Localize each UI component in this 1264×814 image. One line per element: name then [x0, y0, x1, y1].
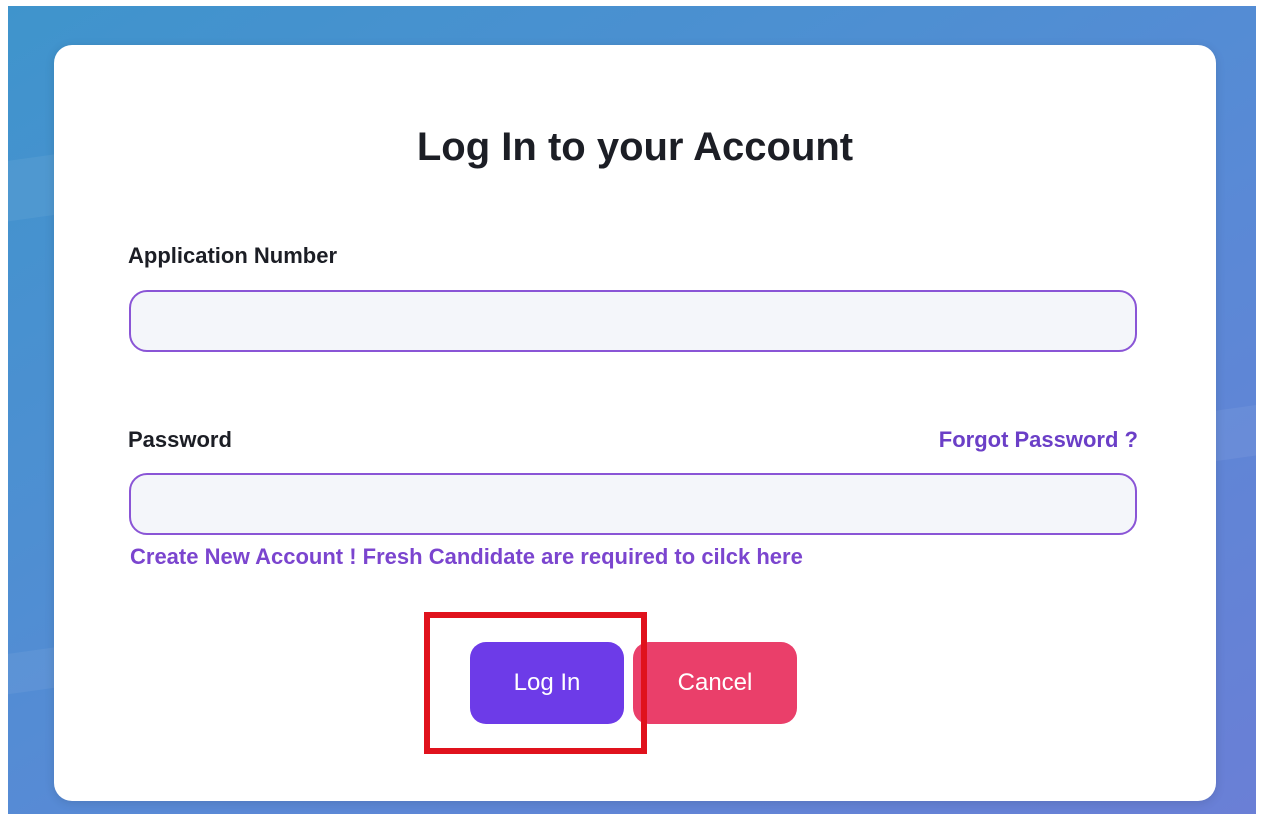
cancel-button[interactable]: Cancel [633, 642, 797, 724]
application-number-input[interactable] [129, 290, 1137, 352]
forgot-password-link[interactable]: Forgot Password ? [939, 427, 1138, 453]
login-card: Log In to your Account Application Numbe… [54, 45, 1216, 801]
password-label: Password [128, 427, 232, 452]
page-title: Log In to your Account [416, 125, 854, 169]
create-account-link[interactable]: Create New Account ! Fresh Candidate are… [130, 544, 803, 570]
login-button[interactable]: Log In [470, 642, 624, 724]
application-number-label: Application Number [128, 243, 338, 268]
password-input[interactable] [129, 473, 1137, 535]
